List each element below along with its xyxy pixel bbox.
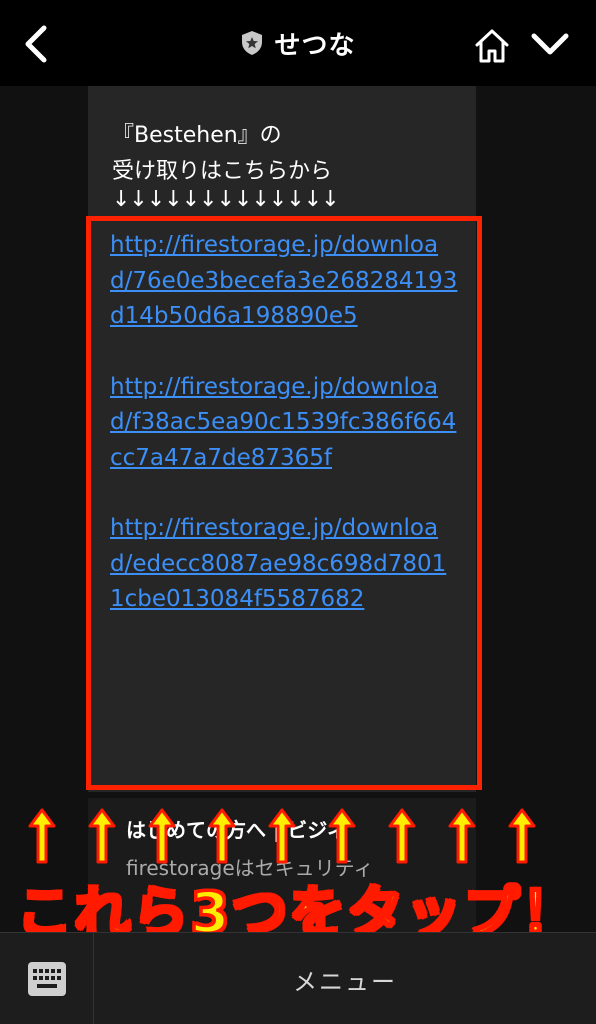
up-arrow-icon [84,806,120,866]
chat-title: せつな [240,25,355,62]
keyboard-icon [27,962,66,996]
up-arrow-icon [204,806,240,866]
up-arrow-icon [504,806,540,866]
keyboard-button[interactable] [0,933,94,1024]
chat-header: せつな [0,0,596,86]
down-arrows: ↓↓↓↓↓↓↓↓↓↓↓↓↓ [112,190,340,212]
up-arrow-icon [444,806,480,866]
back-button[interactable] [18,22,54,66]
message-line-1: 『Bestehen』の [112,123,282,148]
menu-button[interactable]: メニュー [94,933,596,1024]
up-arrow-icon [384,806,420,866]
highlight-box [86,216,482,790]
page-title: せつな [274,30,356,61]
up-arrow-icon [324,806,360,866]
chevron-down-icon [531,33,569,55]
home-icon [475,29,509,63]
bottom-bar: メニュー [0,932,596,1024]
up-arrow-icon [264,806,300,866]
message-text: 『Bestehen』の 受け取りはこちらから ↓↓↓↓↓↓↓↓↓↓↓↓↓ [112,118,472,214]
screen: せつな 『Bestehen』の 受け取りはこちらから ↓↓↓↓↓↓↓↓↓↓↓↓↓… [0,0,596,1024]
chevron-left-icon [25,25,47,63]
shield-star-icon [242,31,263,55]
up-arrow-icon [144,806,180,866]
up-arrow-icon [24,806,60,866]
home-button[interactable] [472,26,512,66]
menu-toggle-button[interactable] [528,30,572,60]
message-line-2: 受け取りはこちらから [112,159,333,184]
